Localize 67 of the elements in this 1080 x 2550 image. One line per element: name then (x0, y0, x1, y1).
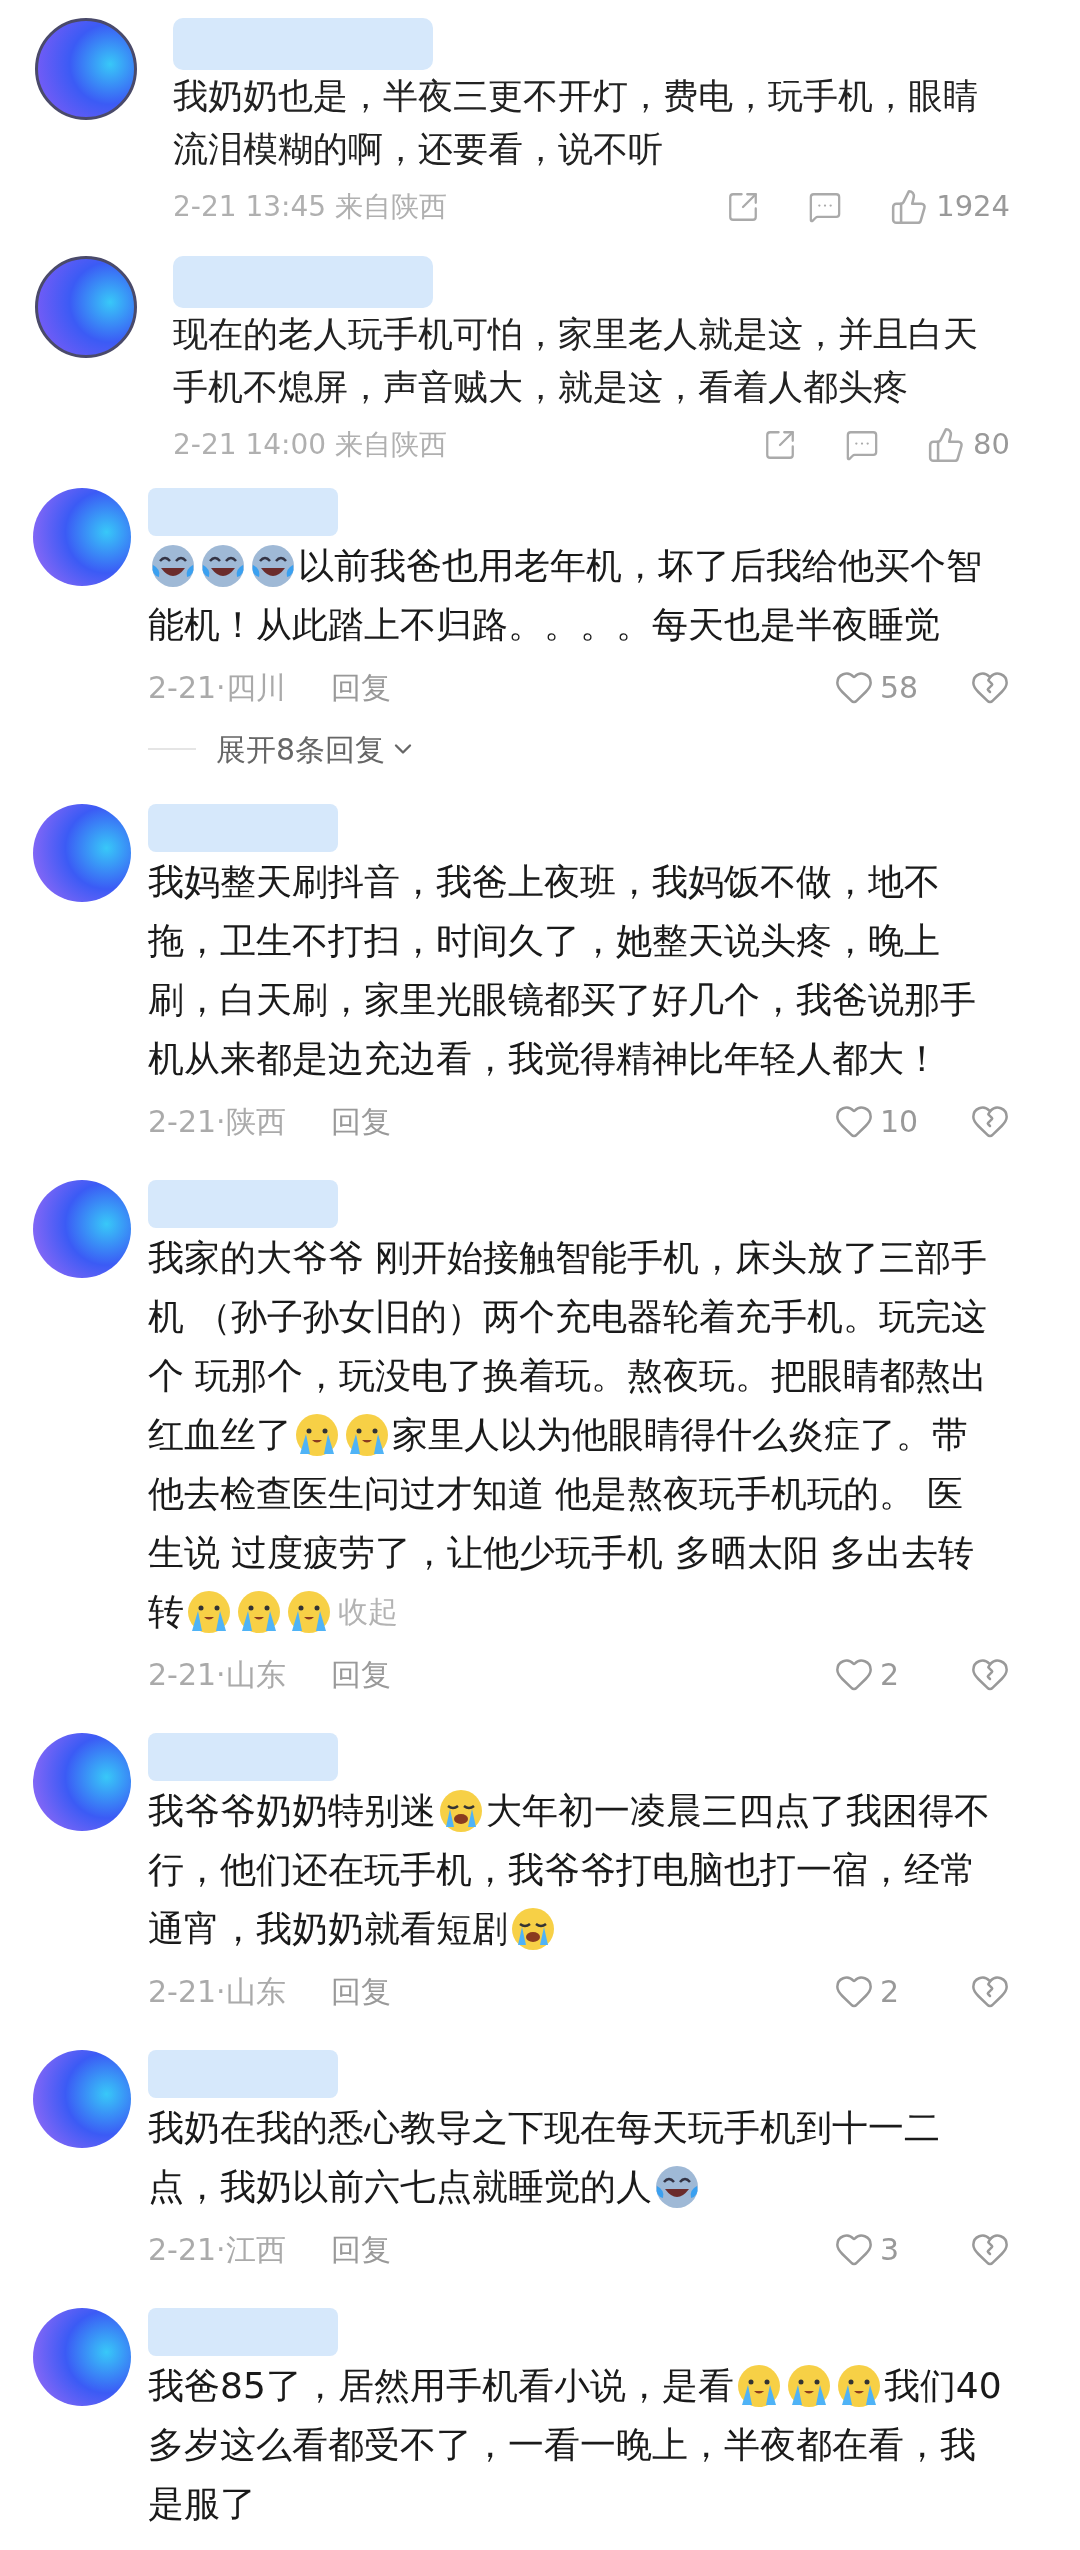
comment-text: 个 玩那个，玩没电了换着玩。熬夜玩。把眼睛都熬出 (148, 1354, 988, 1398)
reply-link[interactable]: 回复 (330, 664, 391, 710)
comment-text: 我妈整天刷抖音，我爸上夜班，我妈饭不做，地不 (148, 860, 940, 904)
laughing-emoji-icon (200, 542, 246, 589)
like-icon[interactable] (927, 426, 966, 464)
like-count: 2 (880, 1972, 901, 2011)
reply-link[interactable]: 回复 (330, 2226, 391, 2272)
comment-date: 2-21·陕西 (148, 1102, 286, 1141)
laughing-emoji-icon (150, 542, 196, 589)
comment-text: 生说 过度疲劳了，让他少玩手机 多晒太阳 多出去转 (148, 1531, 975, 1575)
comment-text: 拖，卫生不打扫，时间久了，她整天说头疼，晚上 (148, 919, 940, 963)
comment-text: 他去检查医生问过才知道 他是熬夜玩手机玩的。 医 (148, 1472, 963, 1516)
comment-text: 机从来都是边充边看，我觉得精神比年轻人都大！ (148, 1037, 940, 1081)
comment-text: 转 (148, 1590, 184, 1634)
comment-text: 我爷爷奶奶特别迷 (148, 1789, 436, 1833)
comment-date: 2-21·山东 (148, 1655, 286, 1694)
comment-icon[interactable] (808, 190, 843, 224)
comment-text: 是服了 (148, 2482, 256, 2526)
comment-text: 以前我爸也用老年机，坏了后我给他买个智 (298, 544, 982, 588)
crying-emoji-icon (294, 1411, 340, 1458)
crying-emoji-icon (785, 2362, 832, 2409)
comment-time: 2-21 13:45 来自陕西 (173, 189, 448, 225)
comment-text: 点，我奶以前六七点就睡觉的人 (148, 2165, 652, 2209)
comment-date: 2-21·山东 (148, 1972, 286, 2011)
comment-text: 我们40 (883, 2364, 1002, 2408)
comment-text: 机 （孙子孙女旧的）两个充电器轮着充手机。玩完这 (148, 1295, 988, 1339)
like-count: 2 (880, 1655, 901, 1694)
laughing-emoji-icon (250, 542, 296, 589)
like-count: 1924 (936, 188, 1010, 226)
crying-emoji-icon (186, 1588, 232, 1635)
crying-emoji-icon (735, 2362, 782, 2409)
comment-text: 行，他们还在玩手机，我爷爷打电脑也打一宿，经常 (148, 1848, 976, 1892)
comment-text: 红血丝了 (148, 1413, 292, 1457)
crying-emoji-icon (286, 1588, 332, 1635)
comment-text: 家里人以为他眼睛得什么炎症了。带 (392, 1413, 968, 1457)
crying-emoji-icon (236, 1588, 282, 1635)
comment-text: 流泪模糊的啊，还要看，说不听 (173, 128, 663, 171)
comment-text: 手机不熄屏，声音贼大，就是这，看着人都头疼 (173, 366, 908, 409)
comment-text: 能机！从此踏上不归路。。。。每天也是半夜睡觉 (148, 603, 940, 647)
comment-text: 多岁这么看都受不了，一看一晚上，半夜都在看，我 (148, 2423, 976, 2467)
comment-text: 大年初一凌晨三四点了我困得不 (486, 1789, 990, 1833)
like-icon[interactable] (890, 188, 929, 226)
expand-replies-button[interactable]: 展开8条回复 (216, 726, 418, 772)
comment-date: 2-21·四川 (148, 668, 286, 707)
like-count: 80 (973, 426, 1010, 464)
comment-date: 2-21·江西 (148, 2230, 286, 2269)
comment-text: 我家的大爷爷 刚开始接触智能手机，床头放了三部手 (148, 1236, 988, 1280)
comment-text: 我爸85了，居然用手机看小说，是看 (148, 2364, 734, 2408)
comment-text: 现在的老人玩手机可怕，家里老人就是这，并且白天 (173, 313, 978, 356)
sobbing-emoji-icon (510, 1905, 556, 1952)
crying-emoji-icon (835, 2362, 882, 2409)
reply-link[interactable]: 回复 (330, 1968, 391, 2014)
like-count: 3 (880, 2230, 901, 2269)
comment-text: 我奶在我的悉心教导之下现在每天玩手机到十一二 (148, 2106, 940, 2150)
reply-link[interactable]: 回复 (330, 1651, 391, 1697)
sobbing-emoji-icon (438, 1787, 484, 1834)
comment-icon[interactable] (845, 428, 880, 462)
comment-time: 2-21 14:00 来自陕西 (173, 427, 448, 463)
comment-text: 通宵，我奶奶就看短剧 (148, 1907, 508, 1951)
reply-link[interactable]: 回复 (330, 1098, 391, 1144)
laughing-emoji-icon (654, 2163, 700, 2210)
collapse-link[interactable]: 收起 (338, 1582, 398, 1641)
comment-text: 我奶奶也是，半夜三更不开灯，费电，玩手机，眼睛 (173, 75, 978, 118)
like-count: 10 (880, 1102, 920, 1141)
like-count: 58 (880, 668, 920, 707)
comment-text: 刷，白天刷，家里光眼镜都买了好几个，我爸说那手 (148, 978, 976, 1022)
crying-emoji-icon (344, 1411, 390, 1458)
